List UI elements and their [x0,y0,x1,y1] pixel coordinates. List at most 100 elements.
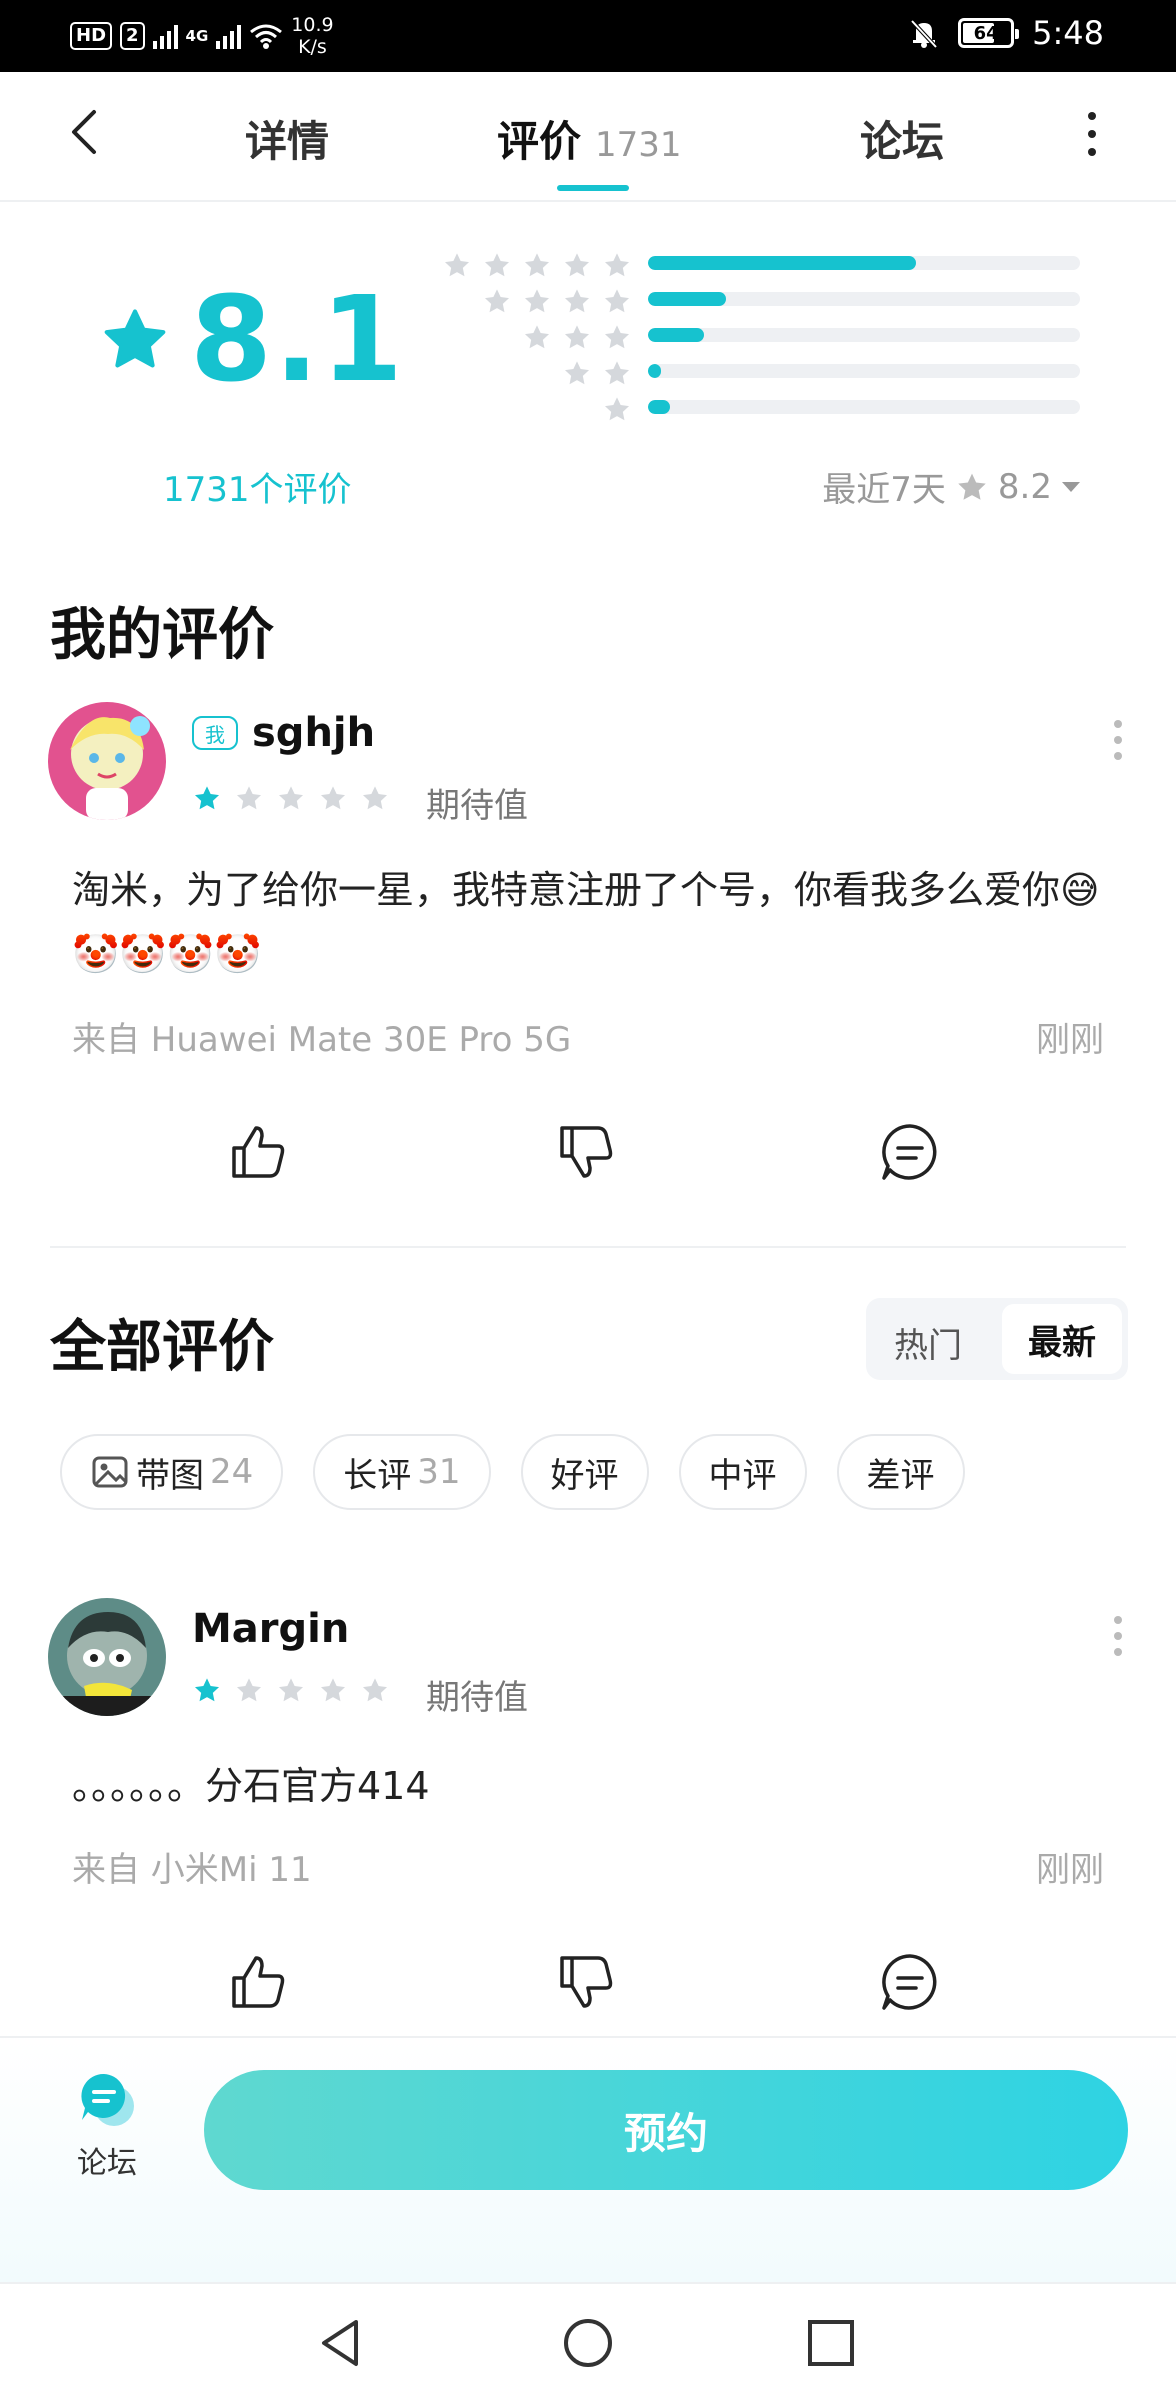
distribution-bar [648,364,1080,378]
review-device: 来自 Huawei Mate 30E Pro 5G [72,1020,572,1060]
filter-neutral[interactable]: 中评 [678,1434,807,1510]
username-text: sghjh [252,710,376,756]
distribution-stars [522,323,632,351]
speed-unit: K/s [298,36,327,58]
score-value: 8.1 [190,270,406,408]
star-icon [362,1678,388,1702]
comment-icon[interactable] [878,1950,942,2014]
recent-label: 最近7天 [822,470,946,510]
comment-icon[interactable] [878,1120,942,1184]
review-filters: 带图 24 长评 31 好评 中评 差评 [60,1434,965,1510]
username[interactable]: Margin [192,1606,349,1652]
review-text: 。。。。。。分石官方414 [72,1764,430,1808]
username[interactable]: 我 sghjh [192,710,375,756]
sim-badge: 2 [120,22,145,50]
sort-latest[interactable]: 最新 [1002,1304,1122,1374]
distribution-bar-fill [648,364,661,378]
nav-home-icon[interactable] [559,2314,617,2372]
review-actions [0,1942,1176,2022]
filter-negative[interactable]: 差评 [836,1434,965,1510]
filter-label: 长评 [343,1455,412,1496]
filter-label: 带图 [136,1455,204,1496]
rating-tag: 期待值 [426,786,528,826]
back-arrow-icon[interactable] [62,102,106,162]
bottom-action-bar: 论坛 预约 [0,2036,1176,2282]
thumbs-up-icon[interactable] [226,1950,290,2014]
rating-tag: 期待值 [426,1678,528,1718]
tab-forum[interactable]: 论坛 [860,108,944,169]
star-icon [444,253,470,277]
star-icon [484,289,510,313]
rating-distribution [420,245,1080,425]
all-reviews-title: 全部评价 [50,1315,274,1380]
distribution-bar-fill [648,328,705,342]
bell-muted-icon [910,19,938,49]
distribution-stars [482,287,632,315]
avatar[interactable] [48,702,166,820]
recent-score: 8.2 [997,466,1052,507]
tab-details[interactable]: 详情 [245,108,329,169]
filter-count: 31 [417,1452,461,1492]
nav-back-icon[interactable] [312,2314,370,2372]
forum-label: 论坛 [77,2146,137,2181]
star-icon [320,1678,346,1702]
star-icon [604,361,630,385]
star-icon [958,473,986,500]
distribution-row [420,389,1080,425]
star-icon [236,1678,262,1702]
sort-hot[interactable]: 热门 [894,1318,962,1367]
signal-icon [152,23,178,49]
distribution-stars [442,251,632,279]
star-icon [320,786,346,810]
star-icon [278,1678,304,1702]
review-count[interactable]: 1731个评价 [163,462,352,511]
thumbs-up-icon[interactable] [226,1120,290,1184]
star-icon [564,325,590,349]
avatar[interactable] [48,1598,166,1716]
tab-reviews[interactable]: 评价 1731 [497,108,682,169]
review-time: 刚刚 [1036,1850,1104,1890]
filter-positive[interactable]: 好评 [520,1434,649,1510]
star-icon [362,786,388,810]
clock: 5:48 [1032,14,1104,52]
review-more-icon[interactable] [1112,1616,1124,1656]
star-icon [194,786,220,810]
recent-rating-dropdown[interactable]: 最近7天 8.2 [822,462,1080,511]
distribution-bar-fill [648,292,726,306]
filter-count: 24 [210,1452,254,1492]
star-icon [604,253,630,277]
reserve-button[interactable]: 预约 [204,2070,1128,2190]
distribution-row [420,281,1080,317]
star-icon [604,289,630,313]
my-review-title: 我的评价 [50,603,274,668]
star-icon [104,309,166,368]
battery-icon: 64 [958,18,1020,48]
sort-toggle: 热门 最新 [866,1298,1128,1380]
review-text: 淘米，为了给你一星，我特意注册了个号，你看我多么爱你😅🤡🤡🤡🤡 [72,868,1100,976]
active-tab-indicator [557,185,629,191]
distribution-bar [648,400,1080,414]
distribution-row [420,245,1080,281]
section-divider [50,1246,1126,1248]
user-rating-stars [192,784,390,812]
avatar-image [48,702,166,820]
filter-with-images[interactable]: 带图 24 [60,1434,284,1510]
distribution-row [420,353,1080,389]
hd-badge: HD [70,22,113,50]
system-navigation-bar [0,2282,1176,2400]
thumbs-down-icon[interactable] [554,1950,618,2014]
nav-recents-icon[interactable] [802,2314,860,2372]
more-menu-icon[interactable] [1080,112,1104,156]
star-icon [278,786,304,810]
tab-reviews-count: 1731 [595,125,682,165]
filter-long-reviews[interactable]: 长评 31 [313,1434,491,1510]
avatar-image [48,1598,166,1716]
review-more-icon[interactable] [1112,720,1124,760]
tab-reviews-label: 评价 [497,117,582,166]
review-time: 刚刚 [1036,1020,1104,1060]
wifi-icon [250,24,283,49]
forum-button[interactable]: 论坛 [62,2068,152,2182]
distribution-stars [562,359,632,387]
review-actions [0,1112,1176,1192]
thumbs-down-icon[interactable] [554,1120,618,1184]
